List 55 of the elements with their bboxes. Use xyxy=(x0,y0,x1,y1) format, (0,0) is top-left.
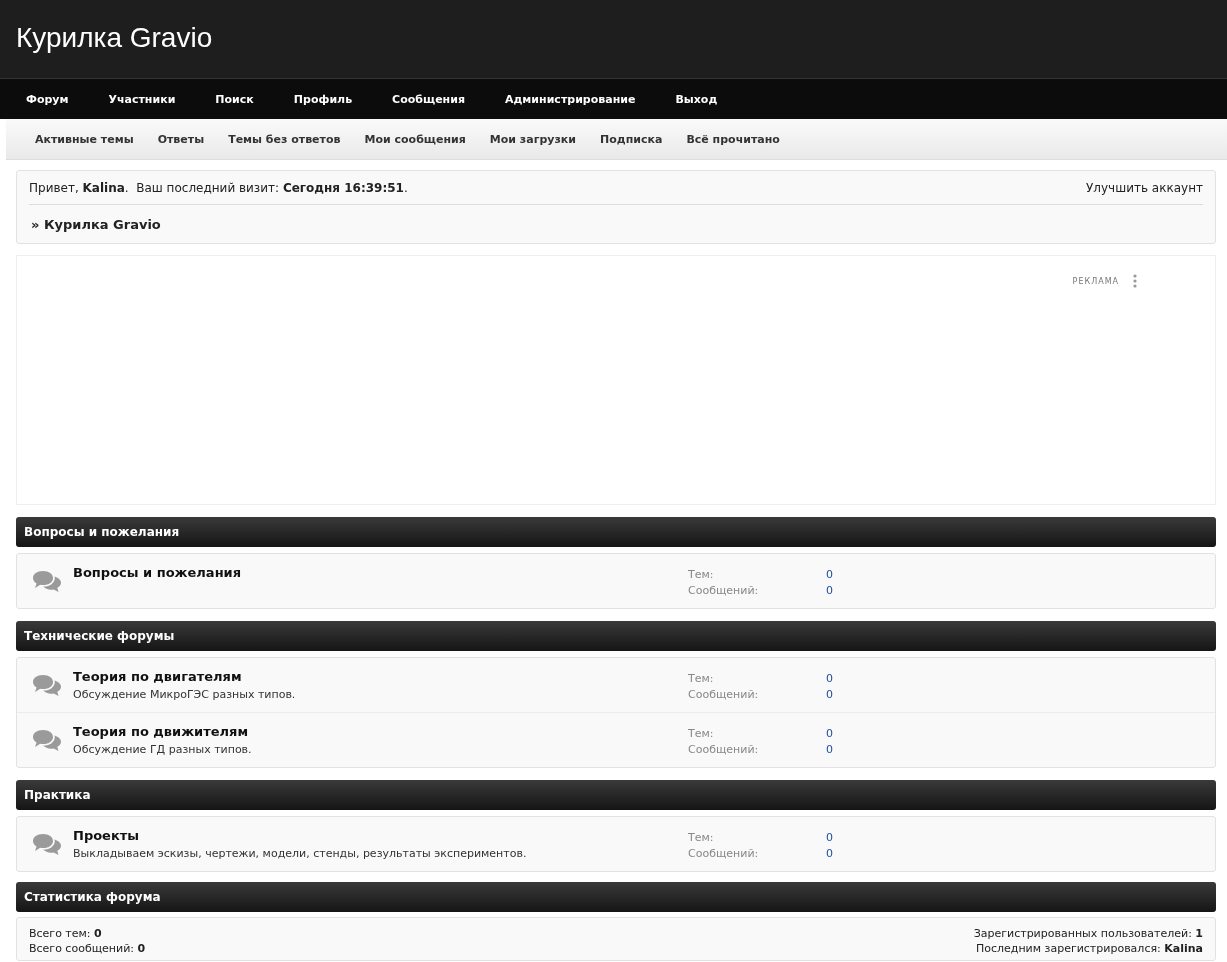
site-title: Курилка Gravio xyxy=(15,21,214,54)
forum-title-link[interactable]: Проекты xyxy=(73,828,140,843)
nav-link[interactable]: Профиль xyxy=(273,92,373,106)
topics-label: Тем: xyxy=(688,671,714,687)
subnav-link[interactable]: Всё прочитано xyxy=(674,132,792,146)
topics-count: 0 xyxy=(826,671,833,687)
greeting-text: Привет, Kalina. Ваш последний визит: Сегодня 16:39:51. xyxy=(29,180,408,195)
subnav-link[interactable]: Подписка xyxy=(588,132,675,146)
forum-title-link[interactable]: Теория по движителям xyxy=(73,724,249,739)
nav-link[interactable]: Администрирование xyxy=(484,92,656,106)
nav-link[interactable]: Форум xyxy=(6,92,89,106)
topics-count: 0 xyxy=(826,726,833,742)
subnav-link[interactable]: Темы без ответов xyxy=(216,132,353,146)
nav-link[interactable]: Выход xyxy=(655,92,738,106)
forum-title-link[interactable]: Теория по двигателям xyxy=(73,669,242,684)
speech-bubbles-icon xyxy=(32,674,62,696)
posts-label: Сообщений: xyxy=(688,742,759,758)
posts-label: Сообщений: xyxy=(688,846,759,862)
posts-label: Сообщений: xyxy=(688,687,759,703)
category-header: Вопросы и пожелания xyxy=(16,517,1216,547)
speech-bubbles-icon xyxy=(32,833,62,855)
forum-description: Выкладываем эскизы, чертежи, модели, стенды, результаты экспериментов. xyxy=(73,847,528,860)
posts-count: 0 xyxy=(826,742,833,758)
stat-text: Всего сообщений: 0 xyxy=(29,941,146,956)
nav-link[interactable]: Участники xyxy=(88,92,196,106)
nav-link[interactable]: Поиск xyxy=(195,92,274,106)
stat-text: Зарегистрированных пользователей: 1 xyxy=(973,926,1203,941)
stat-text: Последним зарегистрировался: Kalina xyxy=(975,941,1203,956)
ad-label: РЕКЛАМА xyxy=(1072,277,1119,286)
topics-label: Тем: xyxy=(688,567,714,583)
nav-link[interactable]: Сообщения xyxy=(372,92,485,106)
posts-count: 0 xyxy=(826,687,833,703)
category-header: Практика xyxy=(16,780,1216,810)
upgrade-account-link[interactable]: Улучшить аккаунт xyxy=(1086,180,1203,195)
topics-count: 0 xyxy=(826,830,833,846)
speech-bubbles-icon xyxy=(32,570,62,592)
breadcrumb-link[interactable]: » Курилка Gravio xyxy=(29,205,1203,243)
stats-header: Статистика форума xyxy=(16,882,1216,912)
topics-label: Тем: xyxy=(688,830,714,846)
subnav-link[interactable]: Мои загрузки xyxy=(477,132,589,146)
forum-description: Обсуждение ГД разных типов. xyxy=(73,743,253,756)
posts-label: Сообщений: xyxy=(688,583,759,599)
category-header: Технические форумы xyxy=(16,621,1216,651)
speech-bubbles-icon xyxy=(32,729,62,751)
subnav-link[interactable]: Мои сообщения xyxy=(352,132,478,146)
forum-description: Обсуждение МикроГЭС разных типов. xyxy=(73,688,297,701)
topics-count: 0 xyxy=(826,567,833,583)
subnav-link[interactable]: Активные темы xyxy=(23,132,146,146)
posts-count: 0 xyxy=(826,583,833,599)
more-icon[interactable] xyxy=(1133,274,1137,288)
stat-text: Всего тем: 0 xyxy=(29,926,103,941)
posts-count: 0 xyxy=(826,846,833,862)
forum-title-link[interactable]: Вопросы и пожелания xyxy=(73,565,242,580)
subnav-link[interactable]: Ответы xyxy=(145,132,217,146)
topics-label: Тем: xyxy=(688,726,714,742)
